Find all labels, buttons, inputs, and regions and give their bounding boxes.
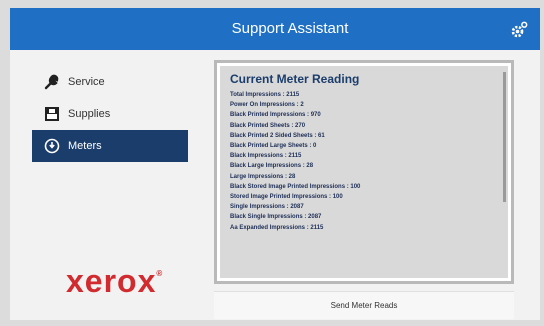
supplies-icon — [44, 106, 60, 122]
reading-row: Black Printed 2 Sided Sheets : 61 — [230, 132, 325, 139]
reading-row: Stored Image Printed Impressions : 100 — [230, 194, 343, 201]
scrollbar[interactable] — [503, 72, 506, 202]
sidebar-item-meters[interactable]: Meters — [32, 130, 188, 162]
sidebar-item-label: Meters — [68, 140, 102, 152]
sidebar-item-service[interactable]: Service — [32, 66, 188, 98]
reading-row: Black Stored Image Printed Impressions :… — [230, 183, 361, 190]
xerox-logo: xerox® — [66, 263, 163, 300]
panel-title: Current Meter Reading — [230, 72, 360, 86]
reading-row: Single Impressions : 2087 — [230, 204, 304, 211]
reading-row: Black Printed Impressions : 970 — [230, 112, 321, 119]
reading-row: Black Large Impressions : 28 — [230, 163, 314, 170]
reading-row: Total Impressions : 2115 — [230, 92, 300, 98]
meter-reading-panel: Current Meter Reading Total Impressions … — [214, 60, 514, 284]
reading-row: Black Single Impressions : 2087 — [230, 214, 322, 221]
reading-row: Black Printed Sheets : 270 — [230, 122, 306, 129]
logo-text: xerox — [66, 263, 157, 299]
sidebar: Service Supplies Meters — [32, 66, 188, 162]
meter-reading-content[interactable]: Current Meter Reading Total Impressions … — [220, 66, 508, 278]
reading-row: Black Impressions : 2115 — [230, 153, 302, 160]
wrench-icon — [44, 74, 60, 90]
trademark-mark: ® — [156, 269, 164, 278]
header-bar: Support Assistant — [10, 8, 540, 50]
screen: Support Assistant Service Supplies Meter… — [10, 8, 540, 320]
sidebar-item-label: Service — [68, 76, 105, 88]
reading-row: Aa Expanded Impressions : 2115 — [230, 224, 324, 231]
reading-row: Large Impressions : 28 — [230, 173, 296, 180]
page-title: Support Assistant — [231, 20, 349, 37]
sidebar-item-supplies[interactable]: Supplies — [32, 98, 188, 130]
reading-row: Power On Impressions : 2 — [230, 102, 304, 109]
send-meter-reads-button[interactable]: Send Meter Reads — [214, 291, 514, 319]
meter-icon — [44, 138, 60, 154]
reading-row: Black Printed Large Sheets : 0 — [230, 143, 317, 150]
sidebar-item-label: Supplies — [68, 108, 111, 120]
gear-icon[interactable] — [510, 21, 528, 39]
